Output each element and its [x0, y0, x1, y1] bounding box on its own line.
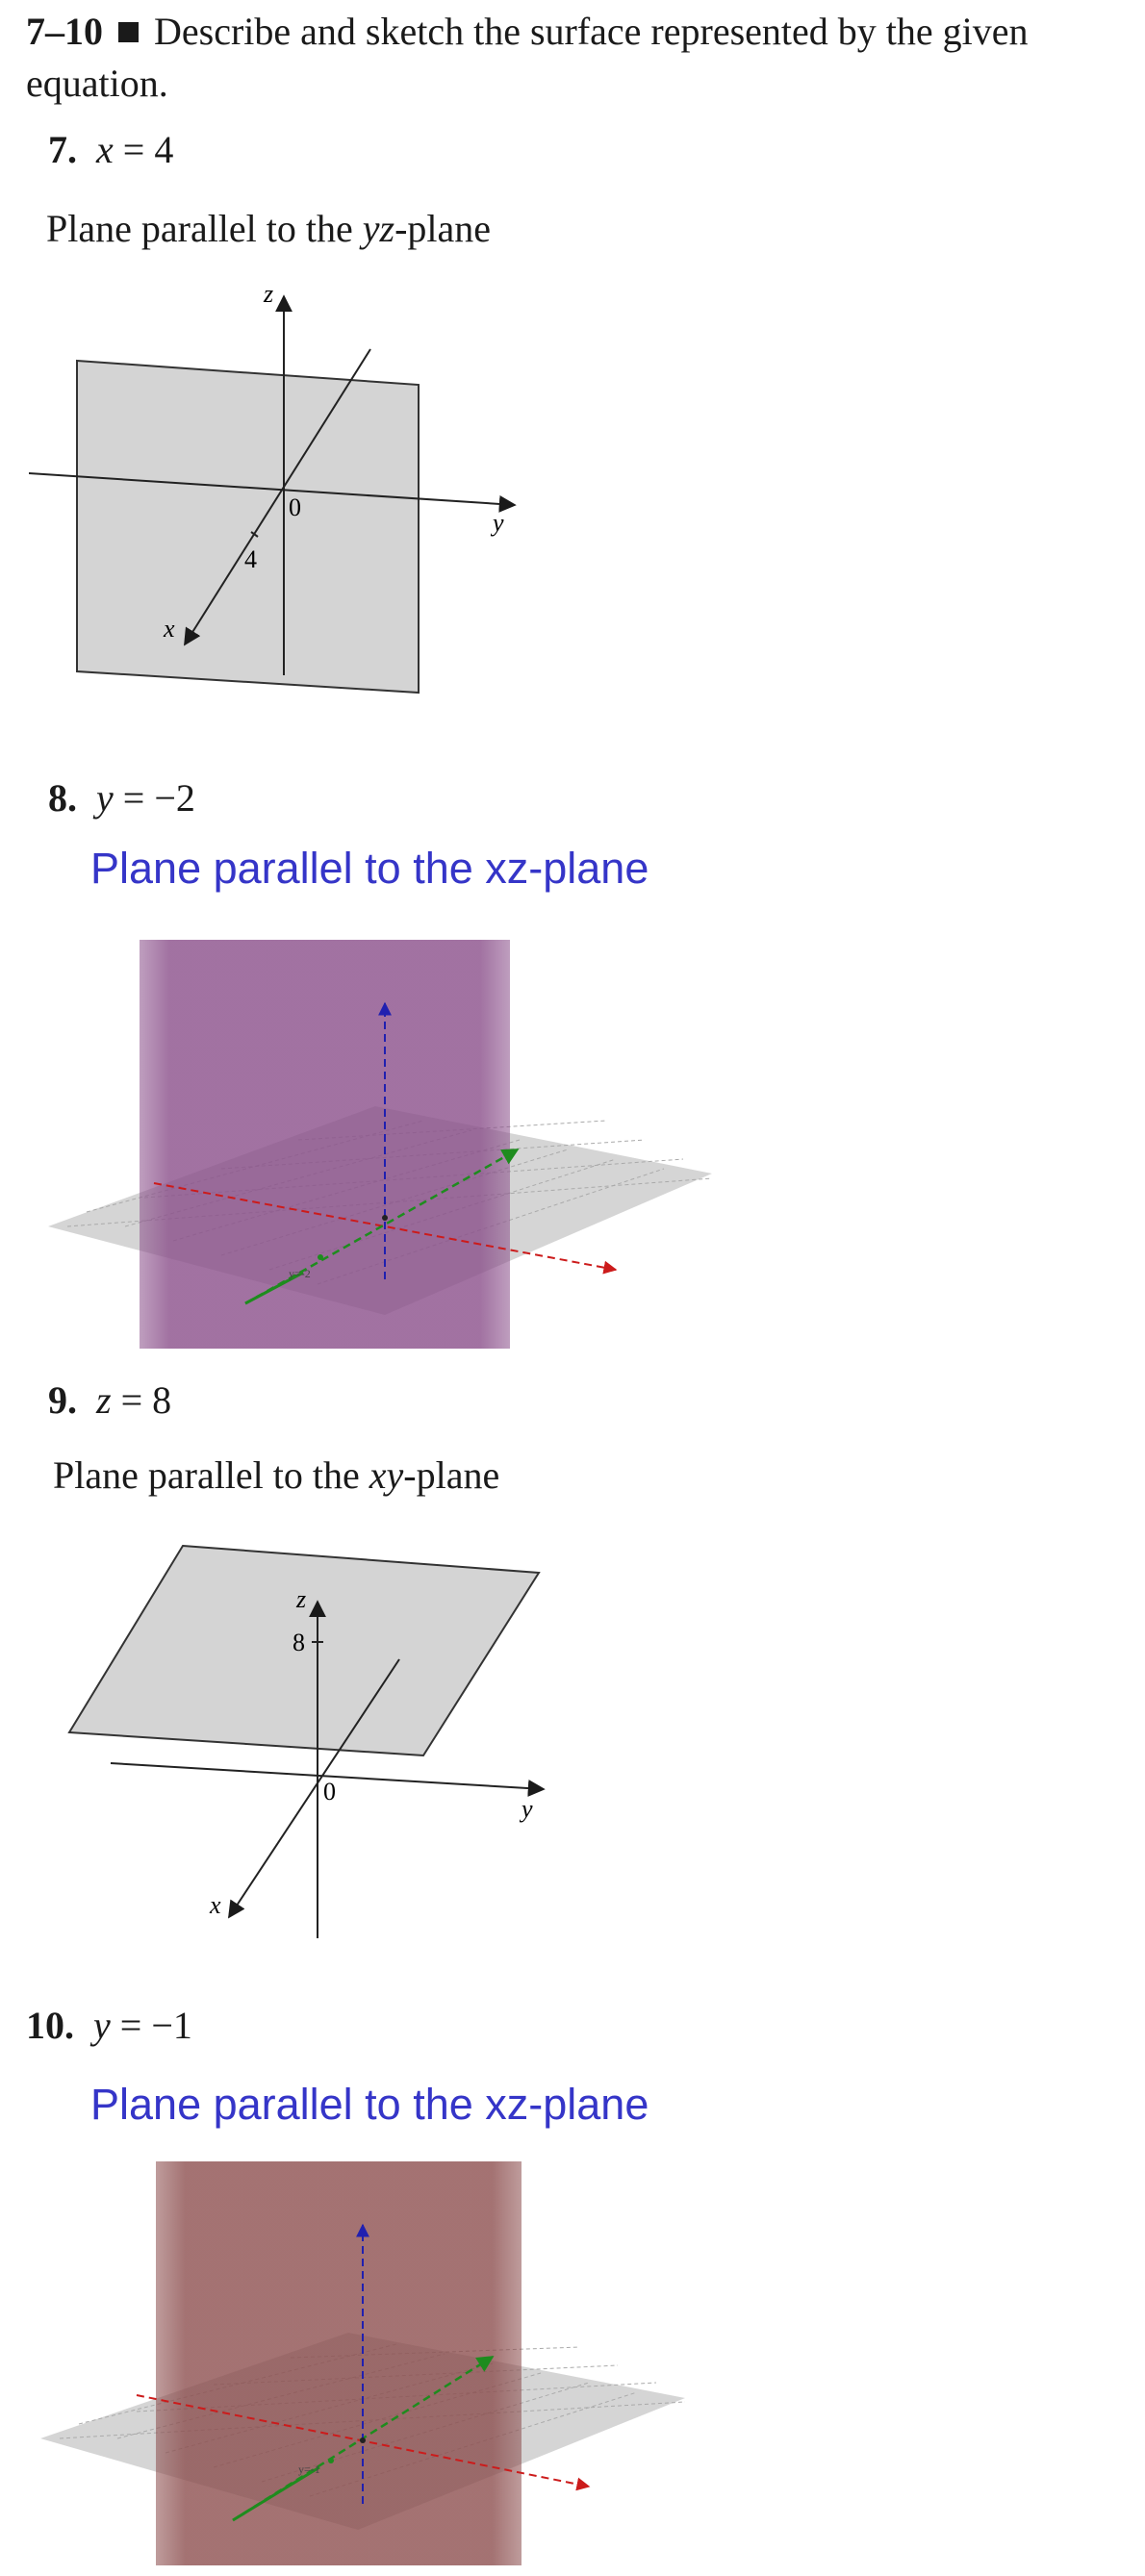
x-axis-label: x	[163, 615, 175, 643]
origin-label: 0	[323, 1778, 336, 1806]
equation-value: = −2	[113, 776, 195, 820]
problem-9-answer: Plane parallel to the xy-plane	[53, 1453, 500, 1497]
tick-label: 8	[293, 1629, 305, 1656]
equation-variable: y	[96, 776, 114, 820]
xz-plane-shape	[140, 940, 510, 1349]
point-label: y=-1	[298, 2462, 320, 2476]
problem-7-figure: z y x 0 4	[29, 280, 517, 695]
equation-value: = 4	[113, 128, 174, 171]
problem-8-figure: y=-2	[48, 940, 712, 1349]
problem-8-answer: Plane parallel to the xz-plane	[90, 844, 649, 893]
equation-variable: z	[96, 1378, 112, 1422]
exercise-instructions: 7–10 Describe and sketch the surface repr…	[26, 6, 1132, 110]
y-axis-label: y	[519, 1795, 533, 1823]
problem-7-heading: 7. x = 4	[48, 127, 173, 172]
problem-10-answer: Plane parallel to the xz-plane	[90, 2080, 649, 2129]
origin-point	[382, 1215, 388, 1221]
square-bullet-icon	[118, 22, 139, 42]
equation-variable: y	[93, 2004, 111, 2047]
equation-value: = 8	[111, 1378, 172, 1422]
problem-7-answer: Plane parallel to the yz-plane	[46, 207, 492, 250]
z-axis-label: z	[263, 280, 273, 308]
tick-label: 4	[244, 545, 257, 573]
plane-shape	[76, 359, 420, 695]
plane-intersection-point	[328, 2458, 334, 2463]
problem-number: 8.	[48, 776, 77, 820]
xz-plane-shape	[156, 2161, 522, 2565]
x-axis-label: x	[209, 1891, 221, 1919]
problem-number: 9.	[48, 1378, 77, 1422]
instruction-line-1: Describe and sketch the surface represen…	[154, 10, 1029, 53]
plane-intersection-point	[318, 1254, 323, 1260]
problem-10-heading: 10. y = −1	[26, 2003, 192, 2048]
problem-10-figure: y=-1	[40, 2161, 685, 2565]
problem-8-heading: 8. y = −2	[48, 775, 195, 821]
equation-variable: x	[96, 128, 114, 171]
problem-9-heading: 9. z = 8	[48, 1377, 171, 1423]
z-axis-label: z	[295, 1585, 306, 1613]
instruction-line-2: equation.	[26, 62, 168, 105]
problem-number: 10.	[26, 2004, 74, 2047]
problem-9-figure: z y x 0 8	[67, 1544, 546, 1938]
problem-number: 7.	[48, 128, 77, 171]
origin-point	[360, 2437, 366, 2443]
origin-label: 0	[289, 493, 301, 521]
exercise-range: 7–10	[26, 10, 103, 53]
point-label: y=-2	[289, 1267, 311, 1280]
y-axis-label: y	[490, 509, 504, 537]
equation-value: = −1	[110, 2004, 192, 2047]
